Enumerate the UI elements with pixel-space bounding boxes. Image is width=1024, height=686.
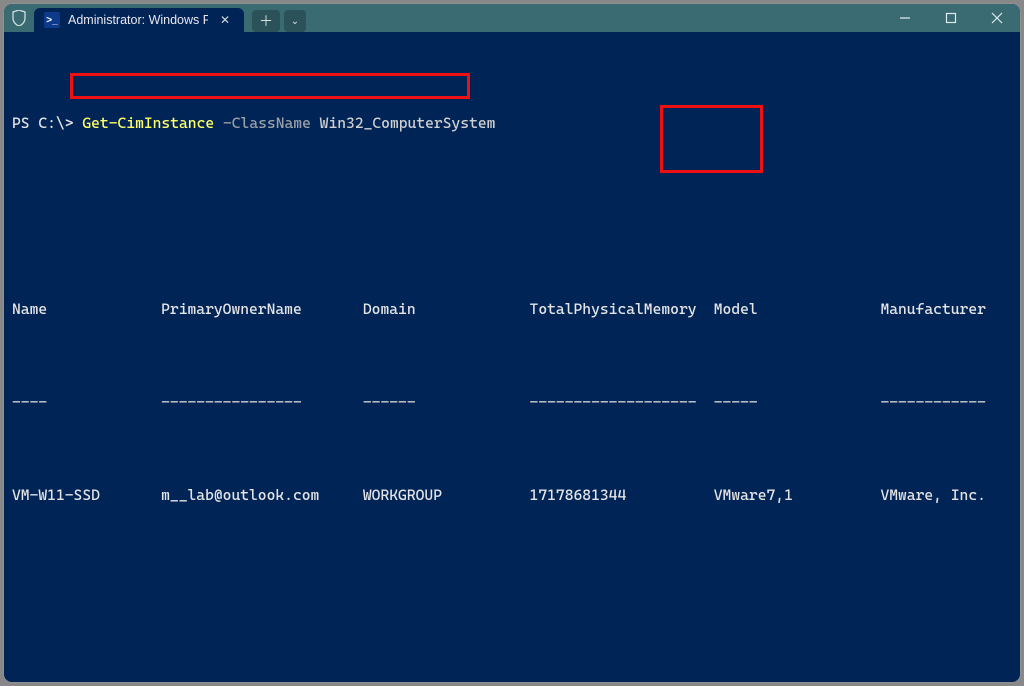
close-window-button[interactable] <box>974 4 1020 32</box>
blank-line <box>12 647 1012 670</box>
new-tab-dropdown[interactable]: ⌄ <box>284 10 306 32</box>
terminal-surface[interactable]: PS C:\> Get-CimInstance -ClassName Win32… <box>4 32 1020 682</box>
new-tab-group: ＋ ⌄ <box>252 10 306 32</box>
cell-name: VM-W11-SSD <box>12 484 161 507</box>
powershell-window: >_ Administrator: Windows Powe ✕ ＋ ⌄ PS … <box>4 4 1020 682</box>
col-header-domain: Domain <box>363 298 530 321</box>
highlight-command <box>70 73 470 99</box>
cell-domain: WORKGROUP <box>363 484 530 507</box>
cell-model: VMware7,1 <box>714 484 881 507</box>
minimize-button[interactable] <box>882 4 928 32</box>
tab-powershell-admin[interactable]: >_ Administrator: Windows Powe ✕ <box>34 8 244 32</box>
titlebar[interactable]: >_ Administrator: Windows Powe ✕ ＋ ⌄ <box>4 4 1020 32</box>
cell-totalmem: 17178681344 <box>530 484 714 507</box>
col-header-manufacturer: Manufacturer <box>880 298 1012 321</box>
blank-line <box>12 182 1012 205</box>
col-header-primaryowner: PrimaryOwnerName <box>161 298 363 321</box>
window-controls <box>882 4 1020 32</box>
col-header-model: Model <box>714 298 881 321</box>
new-tab-button[interactable]: ＋ <box>252 10 280 32</box>
tab-close-button[interactable]: ✕ <box>216 11 234 29</box>
cmdlet: Get-CimInstance <box>82 114 214 132</box>
cell-manufacturer: VMware, Inc. <box>880 484 1012 507</box>
col-header-name: Name <box>12 298 161 321</box>
param-value: Win32_ComputerSystem <box>320 114 496 132</box>
table-row: VM-W11-SSDm__lab@outlook.comWORKGROUP171… <box>12 484 1012 507</box>
tab-title: Administrator: Windows Powe <box>68 13 208 27</box>
admin-shield-icon <box>4 4 34 32</box>
titlebar-left: >_ Administrator: Windows Powe ✕ ＋ ⌄ <box>4 4 306 32</box>
cell-primaryowner: m__lab@outlook.com <box>161 484 363 507</box>
col-header-totalmem: TotalPhysicalMemory <box>530 298 714 321</box>
maximize-button[interactable] <box>928 4 974 32</box>
powershell-icon: >_ <box>44 12 60 28</box>
command-line: PS C:\> Get-CimInstance -ClassName Win32… <box>12 112 1012 135</box>
prompt: PS C:\> <box>12 114 74 132</box>
output-dash-row: ----------------------------------------… <box>12 391 1012 414</box>
blank-line <box>12 577 1012 600</box>
titlebar-drag-area[interactable] <box>306 4 882 32</box>
output-header-row: NamePrimaryOwnerNameDomainTotalPhysicalM… <box>12 298 1012 321</box>
param-flag: -ClassName <box>223 114 311 132</box>
